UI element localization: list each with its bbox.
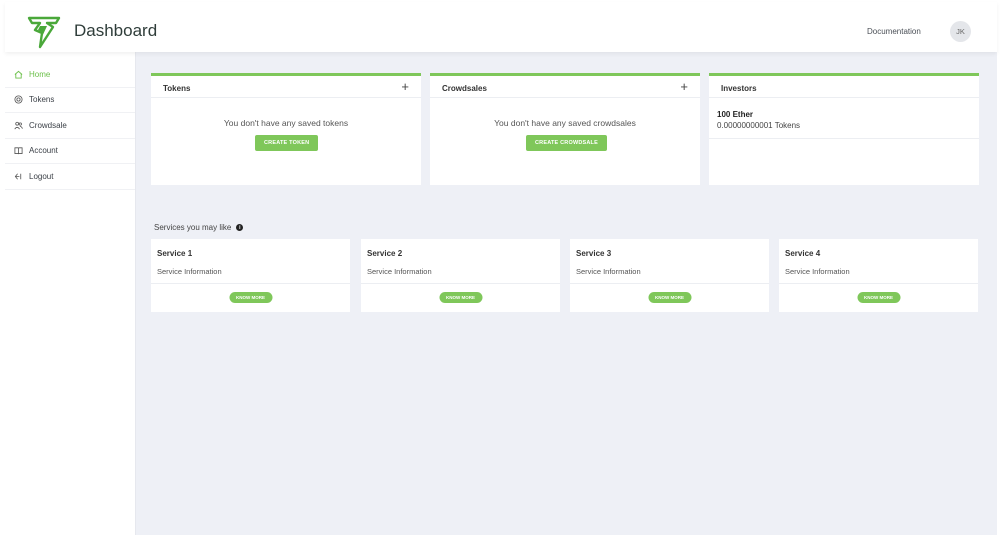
service-name: Service 1 [157, 249, 193, 258]
sidebar-item-home[interactable]: Home [5, 62, 135, 88]
sidebar: Home Tokens Crowdsale Account Logout [5, 52, 136, 535]
sidebar-item-logout[interactable]: Logout [5, 164, 135, 190]
sidebar-item-account[interactable]: Account [5, 139, 135, 164]
know-more-button[interactable]: KNOW MORE [648, 292, 691, 303]
service-name: Service 2 [367, 249, 403, 258]
sidebar-item-label: Logout [29, 171, 54, 181]
card-header: Investors [709, 76, 979, 98]
service-card: Service 4 Service Information KNOW MORE [779, 239, 978, 312]
divider [779, 283, 978, 284]
lightning-bolt-logo-icon[interactable] [27, 15, 61, 49]
card-header: Tokens + [151, 76, 421, 98]
avatar[interactable]: JK [950, 21, 971, 42]
divider [570, 283, 769, 284]
top-header: Dashboard Documentation JK [5, 2, 997, 52]
divider [151, 283, 350, 284]
investors-card: Investors 100 Ether 0.00000000001 Tokens [709, 73, 979, 185]
divider [709, 138, 979, 139]
sidebar-nav: Home Tokens Crowdsale Account Logout [5, 62, 135, 190]
investor-tokens: 0.00000000001 Tokens [717, 121, 801, 130]
service-card: Service 1 Service Information KNOW MORE [151, 239, 350, 312]
create-crowdsale-button[interactable]: CREATE CROWDSALE [526, 135, 607, 151]
card-title: Crowdsales [442, 84, 487, 93]
know-more-button[interactable]: KNOW MORE [229, 292, 272, 303]
sidebar-item-label: Home [29, 69, 51, 79]
service-name: Service 4 [785, 249, 821, 258]
add-token-icon[interactable]: + [401, 79, 409, 94]
service-info: Service Information [157, 267, 222, 276]
empty-message: You don't have any saved tokens [223, 118, 349, 128]
service-info: Service Information [367, 267, 432, 276]
divider [361, 283, 560, 284]
sidebar-item-label: Account [29, 146, 58, 156]
info-icon[interactable]: i [236, 224, 244, 231]
know-more-button[interactable]: KNOW MORE [439, 292, 482, 303]
service-info: Service Information [576, 267, 641, 276]
home-icon [13, 69, 23, 79]
service-card: Service 3 Service Information KNOW MORE [570, 239, 769, 312]
services-title-text: Services you may like [154, 223, 232, 232]
crowdsales-card: Crowdsales + You don't have any saved cr… [430, 73, 700, 185]
tokens-card: Tokens + You don't have any saved tokens… [151, 73, 421, 185]
card-header: Crowdsales + [430, 76, 700, 98]
service-info: Service Information [785, 267, 850, 276]
logout-icon [13, 171, 23, 181]
main-content: Tokens + You don't have any saved tokens… [136, 52, 997, 535]
users-icon [13, 120, 23, 130]
sidebar-item-label: Tokens [29, 95, 55, 105]
create-token-button[interactable]: CREATE TOKEN [255, 135, 319, 151]
documentation-link[interactable]: Documentation [867, 27, 921, 36]
service-name: Service 3 [576, 249, 612, 258]
sidebar-item-tokens[interactable]: Tokens [5, 88, 135, 113]
add-crowdsale-icon[interactable]: + [680, 79, 688, 94]
page-title: Dashboard [74, 21, 158, 40]
sidebar-item-label: Crowdsale [29, 120, 67, 130]
sidebar-item-crowdsale[interactable]: Crowdsale [5, 113, 135, 139]
token-icon [13, 95, 23, 105]
service-card: Service 2 Service Information KNOW MORE [361, 239, 560, 312]
know-more-button[interactable]: KNOW MORE [857, 292, 900, 303]
empty-message: You don't have any saved crowdsales [494, 118, 636, 128]
services-heading: Services you may like i [154, 223, 244, 232]
book-icon [13, 146, 23, 156]
card-title: Tokens [163, 84, 191, 93]
card-title: Investors [721, 84, 757, 93]
investor-amount: 100 Ether [717, 110, 754, 119]
